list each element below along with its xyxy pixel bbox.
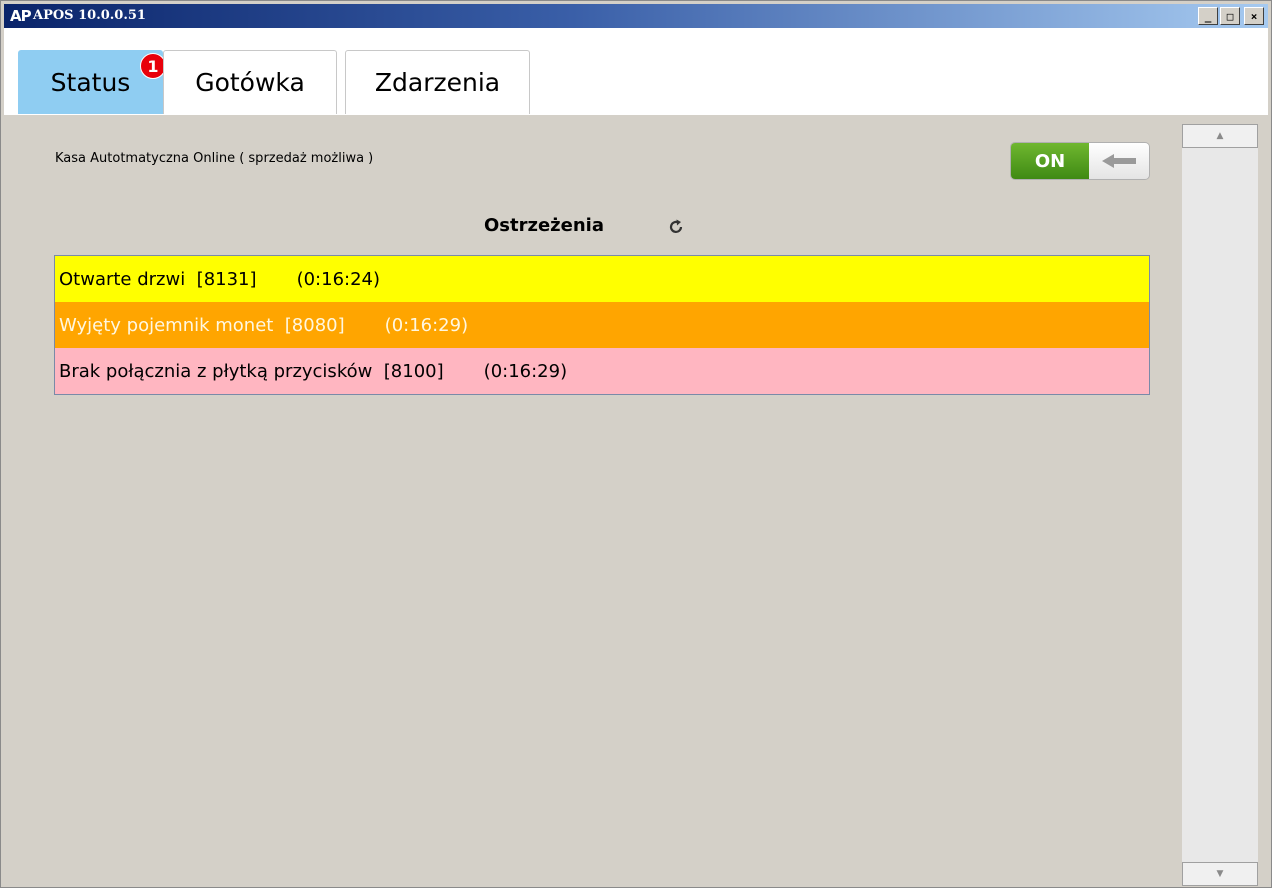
warnings-title: Ostrzeżenia	[484, 215, 604, 236]
scroll-down-button[interactable]: ▼	[1182, 862, 1258, 886]
vertical-scrollbar[interactable]: ▲ ▼	[1181, 124, 1258, 886]
maximize-button[interactable]: □	[1220, 7, 1240, 25]
online-toggle[interactable]: ON	[1010, 142, 1150, 180]
tab-gotowka-label: Gotówka	[195, 68, 305, 97]
tab-bar: Status 1 Gotówka Zdarzenia	[4, 28, 1268, 115]
title-bar[interactable]: AP APOS 10.0.0.51 _ □ ×	[4, 4, 1268, 28]
warning-text: Wyjęty pojemnik monet [8080] (0:16:29)	[59, 314, 469, 336]
minimize-icon: _	[1204, 9, 1212, 23]
app-logo: AP	[10, 7, 32, 25]
tab-zdarzenia-label: Zdarzenia	[374, 68, 501, 97]
close-icon: ×	[1250, 9, 1258, 23]
warning-text: Otwarte drzwi [8131] (0:16:24)	[59, 268, 381, 290]
warning-text: Brak połącznia z płytką przycisków [8100…	[59, 360, 568, 382]
app-window: AP APOS 10.0.0.51 _ □ × Status 1 Gotówka…	[0, 0, 1272, 888]
warning-row[interactable]: Wyjęty pojemnik monet [8080] (0:16:29)	[55, 302, 1149, 348]
arrow-left-icon	[1102, 154, 1136, 168]
minimize-button[interactable]: _	[1198, 7, 1218, 25]
warning-row[interactable]: Otwarte drzwi [8131] (0:16:24)	[55, 256, 1149, 302]
scroll-up-button[interactable]: ▲	[1182, 124, 1258, 148]
tab-gotowka[interactable]: Gotówka	[163, 50, 337, 114]
close-button[interactable]: ×	[1244, 7, 1264, 25]
chevron-down-icon: ▼	[1216, 869, 1224, 879]
toggle-on-label: ON	[1011, 143, 1089, 179]
warnings-list: Otwarte drzwi [8131] (0:16:24) Wyjęty po…	[54, 255, 1150, 395]
toggle-knob[interactable]	[1089, 143, 1149, 179]
chevron-up-icon: ▲	[1216, 131, 1224, 141]
window-right-border	[1259, 115, 1271, 887]
status-panel: Kasa Autotmatyczna Online ( sprzedaż moż…	[4, 115, 1180, 887]
tab-status-label: Status	[50, 68, 131, 97]
refresh-icon[interactable]	[666, 217, 686, 237]
window-title: APOS 10.0.0.51	[33, 8, 146, 23]
online-status-text: Kasa Autotmatyczna Online ( sprzedaż moż…	[55, 151, 374, 166]
tab-zdarzenia[interactable]: Zdarzenia	[345, 50, 530, 114]
warning-row[interactable]: Brak połącznia z płytką przycisków [8100…	[55, 348, 1149, 394]
maximize-icon: □	[1226, 9, 1234, 23]
window-controls: _ □ ×	[1198, 7, 1264, 25]
